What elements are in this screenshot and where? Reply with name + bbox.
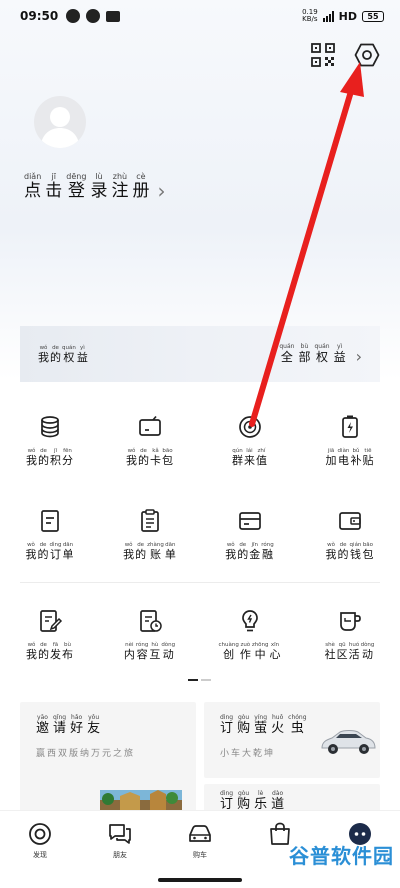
community-value-button[interactable]: qún 群 lái 来 zhí 值 (200, 414, 300, 467)
order-firefly-card[interactable]: dìng 订 gòu 购 yíng 萤 huǒ 火 chóng 虫 小车大乾坤 (204, 702, 380, 778)
charging-battery-icon (342, 415, 358, 438)
edit-post-icon (40, 610, 63, 632)
chat-bubbles-icon (109, 824, 131, 844)
service-row-1: wǒ 我 de 的 jī 积 fēn 分 wǒ 我 de 的 kǎ 卡 bāo 包 qún 群 l… (0, 414, 400, 467)
avatar[interactable] (34, 96, 86, 148)
nav-friends[interactable]: 朋友 (80, 811, 160, 888)
mug-icon (340, 612, 361, 631)
community-value-icon (239, 416, 261, 438)
default-avatar-icon (40, 107, 80, 148)
app-notification-icon (86, 9, 101, 23)
notification-icons (66, 9, 121, 23)
my-benefits-label: wǒ 我 de 的 quán 权 yì 益 (38, 344, 88, 364)
lightbulb-icon (242, 610, 258, 632)
finance-card-icon (239, 512, 261, 530)
status-bar: 09:50 0.19 KB/s HD 55 (0, 0, 400, 32)
bill-icon (141, 509, 159, 532)
travel-photo (100, 790, 182, 812)
page-indicator (188, 679, 211, 681)
my-finance-button[interactable]: wǒ 我 de 的 jīn 金 róng 融 (200, 508, 300, 561)
all-benefits-link[interactable]: quán 全 bù 部 quán 权 yì 益 › (279, 343, 362, 365)
net-speed: 0.19 KB/s (302, 8, 318, 23)
chevron-right-icon: › (355, 347, 362, 366)
car-image (321, 730, 376, 754)
battery-icon: 55 (362, 10, 384, 22)
invite-friends-card[interactable]: yāo 邀 qǐng 请 hǎo 好 yǒu 友 赢西双版纳万元之旅 (20, 702, 196, 812)
order-ledao-card[interactable]: dìng 订 gòu 购 lè 乐 dào 道 (204, 784, 380, 812)
discover-icon (29, 823, 51, 845)
login-register-link[interactable]: diǎn 点 jī 击 dēng 登 lù 录 zhù 注 cè 册 › (24, 172, 165, 201)
chevron-right-icon: › (157, 179, 166, 203)
chat-notification-icon (66, 9, 81, 23)
page-dot (201, 679, 211, 681)
charging-subsidy-button[interactable]: jiā 加 diàn 电 bǔ 补 tiē 贴 (300, 414, 400, 467)
invite-subtitle: 赢西双版纳万元之旅 (36, 749, 136, 759)
my-orders-button[interactable]: wǒ 我 de 的 dìng 订 dān 单 (0, 508, 100, 561)
nav-buy-car[interactable]: 购车 (160, 811, 240, 888)
community-events-button[interactable]: shè 社 qū 区 huó 活 dòng 动 (300, 608, 400, 661)
my-card-pack-button[interactable]: wǒ 我 de 的 kǎ 卡 bāo 包 (100, 414, 200, 467)
my-bills-button[interactable]: wǒ 我 de 的 zhàng 账 dān 单 (100, 508, 200, 561)
status-right: 0.19 KB/s HD 55 (302, 9, 384, 23)
order-icon (41, 510, 59, 532)
home-indicator (158, 878, 242, 882)
page-dot-active (188, 679, 198, 681)
firefly-subtitle: 小车大乾坤 (220, 749, 276, 759)
settings-icon[interactable] (354, 42, 380, 68)
my-benefits-bar[interactable]: wǒ 我 de 的 quán 权 yì 益 quán 全 bù 部 quán 权 yì 益 › (20, 326, 380, 382)
my-points-button[interactable]: wǒ 我 de 的 jī 积 fēn 分 (0, 414, 100, 467)
top-actions (310, 42, 380, 68)
coins-icon (41, 416, 59, 438)
service-row-2: wǒ 我 de 的 dìng 订 dān 单 wǒ 我 de 的 zhàng 账 dān 单 w… (0, 508, 400, 561)
content-interaction-button[interactable]: nèi 内 róng 容 hù 互 dòng 动 (100, 608, 200, 661)
status-time: 09:50 (20, 9, 59, 23)
car-icon (189, 825, 211, 842)
divider (20, 582, 380, 583)
signal-icon (322, 10, 334, 22)
interaction-clock-icon (140, 610, 162, 632)
card-pack-icon (139, 415, 161, 436)
creator-center-button[interactable]: chuàng 创 zuò 作 zhōng 中 xīn 心 (200, 608, 300, 661)
my-posts-button[interactable]: wǒ 我 de 的 fā 发 bù 布 (0, 608, 100, 661)
qr-code-icon[interactable] (310, 42, 336, 68)
wallet-icon (339, 512, 361, 530)
network-type: HD (338, 9, 357, 23)
watermark-logo: 谷普软件园 (289, 844, 394, 868)
image-notification-icon (106, 10, 121, 22)
nav-discover[interactable]: 发现 (0, 811, 80, 888)
my-wallet-button[interactable]: wǒ 我 de 的 qián 钱 bāo 包 (300, 508, 400, 561)
service-row-3: wǒ 我 de 的 fā 发 bù 布 nèi 内 róng 容 hù 互 dòng 动 chu… (0, 608, 400, 661)
